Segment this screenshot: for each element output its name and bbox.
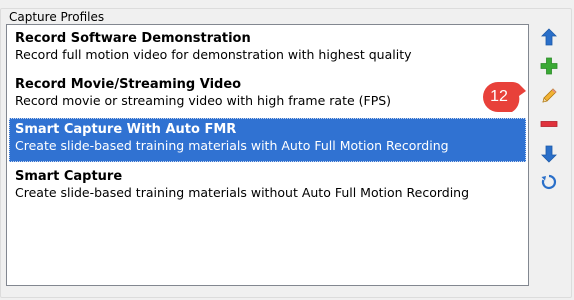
move-up-button[interactable] <box>537 25 561 49</box>
plus-icon <box>540 57 558 75</box>
minus-icon <box>540 121 558 127</box>
add-button[interactable] <box>537 54 561 78</box>
callout-label: 12 <box>490 88 508 105</box>
profiles-list[interactable]: Record Software Demonstration Record ful… <box>6 24 529 286</box>
profile-description: Record full motion video for demonstrati… <box>15 47 412 62</box>
edit-button[interactable] <box>537 84 561 108</box>
move-down-button[interactable] <box>537 142 561 166</box>
profile-description: Create slide-based training materials wi… <box>15 185 470 200</box>
pencil-icon <box>542 88 557 103</box>
profile-item-movie-streaming[interactable]: Record Movie/Streaming Video Record movi… <box>9 73 526 117</box>
profile-title: Record Software Demonstration <box>15 31 251 46</box>
profile-item-smart-capture[interactable]: Smart Capture Create slide-based trainin… <box>9 165 526 209</box>
profile-title: Smart Capture With Auto FMR <box>15 122 237 137</box>
callout-badge: 12 <box>481 80 527 114</box>
profile-description: Create slide-based training materials wi… <box>15 138 449 153</box>
refresh-icon <box>541 174 557 190</box>
profile-title: Smart Capture <box>15 169 123 184</box>
profile-item-software-demo[interactable]: Record Software Demonstration Record ful… <box>9 27 526 71</box>
profile-description: Record movie or streaming video with hig… <box>15 93 392 108</box>
arrow-down-icon <box>541 145 557 163</box>
group-title: Capture Profiles <box>6 9 108 25</box>
arrow-up-icon <box>541 28 557 46</box>
reset-button[interactable] <box>537 170 561 194</box>
profile-item-smart-capture-fmr[interactable]: Smart Capture With Auto FMR Create slide… <box>9 118 526 162</box>
profile-title: Record Movie/Streaming Video <box>15 77 242 92</box>
delete-button[interactable] <box>537 112 561 136</box>
